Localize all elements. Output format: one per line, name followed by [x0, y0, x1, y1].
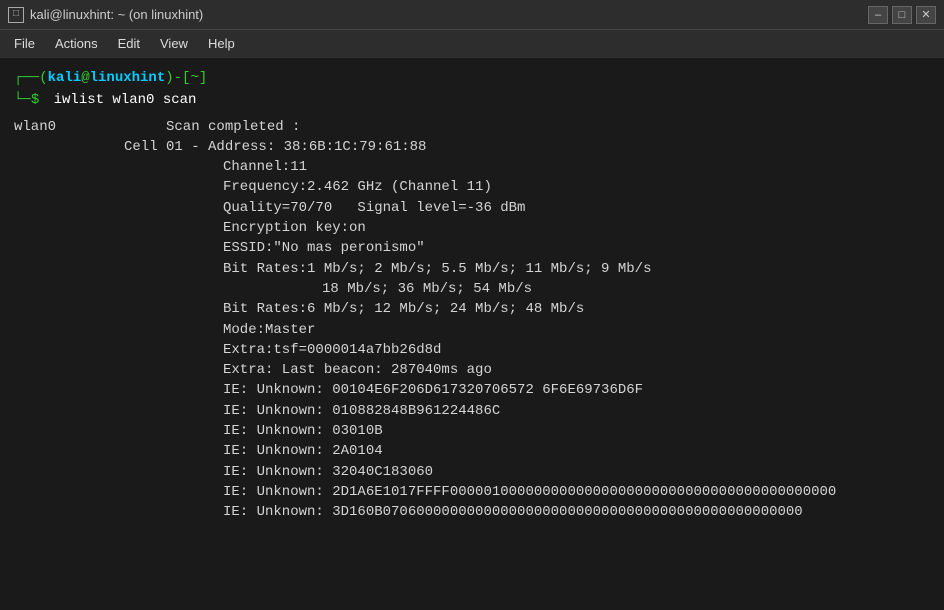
output-line-8: 18 Mb/s; 36 Mb/s; 54 Mb/s	[14, 279, 930, 299]
prompt-elbow: └─	[14, 90, 31, 110]
prompt-user: kali	[48, 68, 82, 88]
prompt-open-paren: ┌──(	[14, 68, 48, 88]
prompt-command: iwlist wlan0 scan	[54, 90, 197, 110]
output-line-18: IE: Unknown: 2D1A6E1017FFFF0000010000000…	[14, 482, 930, 502]
output-line-10: Mode:Master	[14, 320, 930, 340]
output-line-1: Cell 01 - Address: 38:6B:1C:79:61:88	[14, 137, 930, 157]
prompt-at: @	[81, 68, 89, 88]
output-line-15: IE: Unknown: 03010B	[14, 421, 930, 441]
command-line: └─ $ iwlist wlan0 scan	[14, 90, 930, 110]
prompt-close-paren: )-[	[165, 68, 190, 88]
output-line-9: Bit Rates:6 Mb/s; 12 Mb/s; 24 Mb/s; 48 M…	[14, 299, 930, 319]
maximize-button[interactable]: □	[892, 6, 912, 24]
output-line-2: Channel:11	[14, 157, 930, 177]
terminal[interactable]: ┌──(kali@linuxhint)-[~] └─ $ iwlist wlan…	[0, 58, 944, 610]
output-line-17: IE: Unknown: 32040C183060	[14, 462, 930, 482]
prompt-host: linuxhint	[90, 68, 166, 88]
close-button[interactable]: ✕	[916, 6, 936, 24]
output-block: wlan0 Scan completed : Cell 01 - Address…	[14, 117, 930, 523]
menu-view[interactable]: View	[150, 32, 198, 55]
output-line-14: IE: Unknown: 010882848B961224486C	[14, 401, 930, 421]
menu-edit[interactable]: Edit	[108, 32, 150, 55]
menu-actions[interactable]: Actions	[45, 32, 108, 55]
prompt-dir: ~	[190, 68, 198, 88]
output-line-0: wlan0 Scan completed :	[14, 117, 930, 137]
prompt-bracket-close: ]	[199, 68, 207, 88]
window-icon-symbol: □	[13, 9, 19, 20]
window-title: kali@linuxhint: ~ (on linuxhint)	[30, 7, 203, 22]
prompt-dollar: $	[31, 90, 48, 110]
menu-bar: File Actions Edit View Help	[0, 30, 944, 58]
menu-help[interactable]: Help	[198, 32, 245, 55]
output-line-11: Extra:tsf=0000014a7bb26d8d	[14, 340, 930, 360]
output-line-3: Frequency:2.462 GHz (Channel 11)	[14, 177, 930, 197]
iface-label: wlan0	[14, 117, 124, 137]
output-line-12: Extra: Last beacon: 287040ms ago	[14, 360, 930, 380]
output-line-7: Bit Rates:1 Mb/s; 2 Mb/s; 5.5 Mb/s; 11 M…	[14, 259, 930, 279]
output-line-16: IE: Unknown: 2A0104	[14, 441, 930, 461]
prompt-line: ┌──(kali@linuxhint)-[~]	[14, 68, 930, 88]
title-bar-left: □ kali@linuxhint: ~ (on linuxhint)	[8, 7, 203, 23]
output-line-5: Encryption key:on	[14, 218, 930, 238]
output-line-13: IE: Unknown: 00104E6F206D617320706572 6F…	[14, 380, 930, 400]
output-line-6: ESSID:"No mas peronismo"	[14, 238, 930, 258]
window-controls: – □ ✕	[868, 6, 936, 24]
window: □ kali@linuxhint: ~ (on linuxhint) – □ ✕…	[0, 0, 944, 610]
minimize-button[interactable]: –	[868, 6, 888, 24]
window-icon: □	[8, 7, 24, 23]
output-line-4: Quality=70/70 Signal level=-36 dBm	[14, 198, 930, 218]
title-bar: □ kali@linuxhint: ~ (on linuxhint) – □ ✕	[0, 0, 944, 30]
output-line-19: IE: Unknown: 3D160B070600000000000000000…	[14, 502, 930, 522]
menu-file[interactable]: File	[4, 32, 45, 55]
